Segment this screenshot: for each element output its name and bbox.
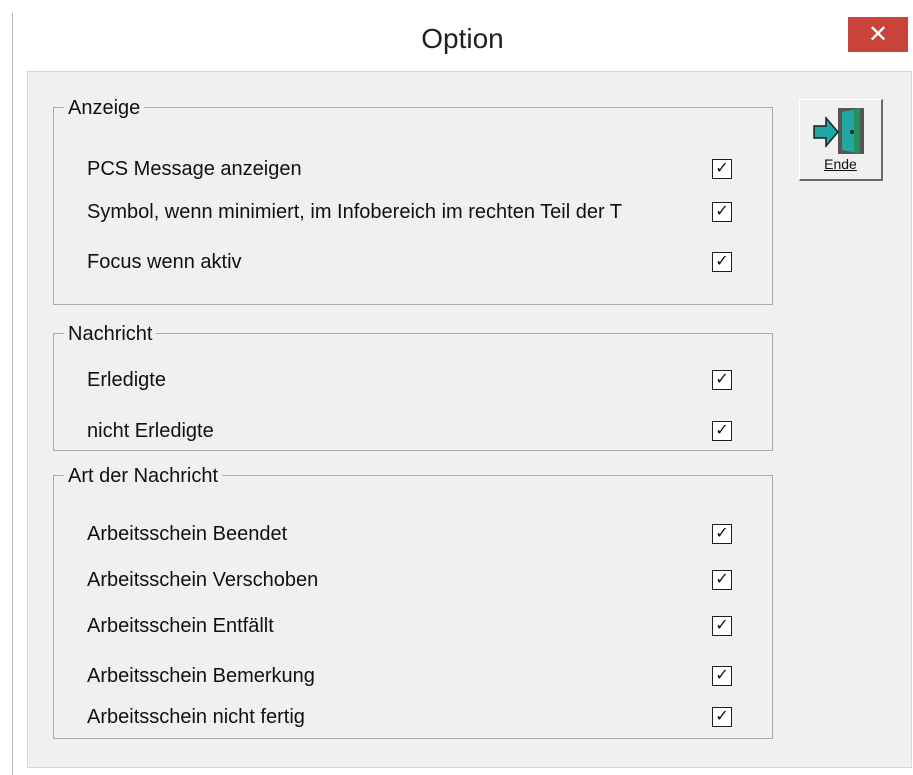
exit-button[interactable]: Ende (799, 99, 883, 181)
option-label: Arbeitsschein nicht fertig (87, 706, 305, 728)
option-label: nicht Erledigte (87, 420, 214, 442)
checkbox-bemerkung[interactable]: ✓ (712, 666, 732, 686)
option-label: Arbeitsschein Beendet (87, 523, 288, 545)
checkbox-nicht-fertig[interactable]: ✓ (712, 707, 732, 727)
exit-door-icon (813, 108, 864, 154)
group-legend-art-der-nachricht: Art der Nachricht (64, 465, 223, 487)
option-row-focus[interactable]: Focus wenn aktiv ✓ (87, 249, 777, 275)
close-icon: ✕ (867, 21, 889, 48)
group-legend-anzeige: Anzeige (64, 97, 145, 119)
option-row-beendet[interactable]: Arbeitsschein Beendet ✓ (87, 521, 777, 547)
option-row-verschoben[interactable]: Arbeitsschein Verschoben ✓ (87, 567, 777, 593)
option-row-bemerkung[interactable]: Arbeitsschein Bemerkung ✓ (87, 663, 777, 689)
option-row-erledigte[interactable]: Erledigte ✓ (87, 367, 777, 393)
option-dialog: Option ✕ Anzeige PCS Message anzeigen ✓ … (12, 13, 912, 775)
option-label: Arbeitsschein Bemerkung (87, 665, 315, 687)
option-row-nicht-fertig[interactable]: Arbeitsschein nicht fertig ✓ (87, 704, 777, 730)
dialog-client-area: Anzeige PCS Message anzeigen ✓ Symbol, w… (27, 71, 912, 768)
title-bar[interactable]: Option ✕ (13, 13, 912, 71)
checkbox-verschoben[interactable]: ✓ (712, 570, 732, 590)
checkbox-erledigte[interactable]: ✓ (712, 370, 732, 390)
checkbox-entfaellt[interactable]: ✓ (712, 616, 732, 636)
option-label: Arbeitsschein Entfällt (87, 615, 274, 637)
group-nachricht: Nachricht Erledigte ✓ nicht Erledigte ✓ (53, 323, 773, 451)
option-row-pcs-message[interactable]: PCS Message anzeigen ✓ (87, 156, 777, 182)
window-title: Option (421, 23, 504, 54)
checkbox-nicht-erledigte[interactable]: ✓ (712, 421, 732, 441)
option-label: Focus wenn aktiv (87, 251, 242, 273)
checkbox-pcs-message[interactable]: ✓ (712, 159, 732, 179)
option-label: PCS Message anzeigen (87, 158, 302, 180)
option-row-tray-symbol[interactable]: Symbol, wenn minimiert, im Infobereich i… (87, 199, 777, 225)
exit-button-label: Ende (824, 156, 857, 172)
close-button[interactable]: ✕ (848, 17, 908, 52)
checkbox-focus[interactable]: ✓ (712, 252, 732, 272)
option-label: Symbol, wenn minimiert, im Infobereich i… (87, 201, 623, 223)
option-label: Arbeitsschein Verschoben (87, 569, 319, 591)
checkbox-tray-symbol[interactable]: ✓ (712, 202, 732, 222)
group-art-der-nachricht: Art der Nachricht Arbeitsschein Beendet … (53, 465, 773, 739)
group-anzeige: Anzeige PCS Message anzeigen ✓ Symbol, w… (53, 97, 773, 305)
option-row-entfaellt[interactable]: Arbeitsschein Entfällt ✓ (87, 613, 777, 639)
option-row-nicht-erledigte[interactable]: nicht Erledigte ✓ (87, 418, 777, 444)
option-label: Erledigte (87, 369, 166, 391)
group-legend-nachricht: Nachricht (64, 323, 157, 345)
checkbox-beendet[interactable]: ✓ (712, 524, 732, 544)
